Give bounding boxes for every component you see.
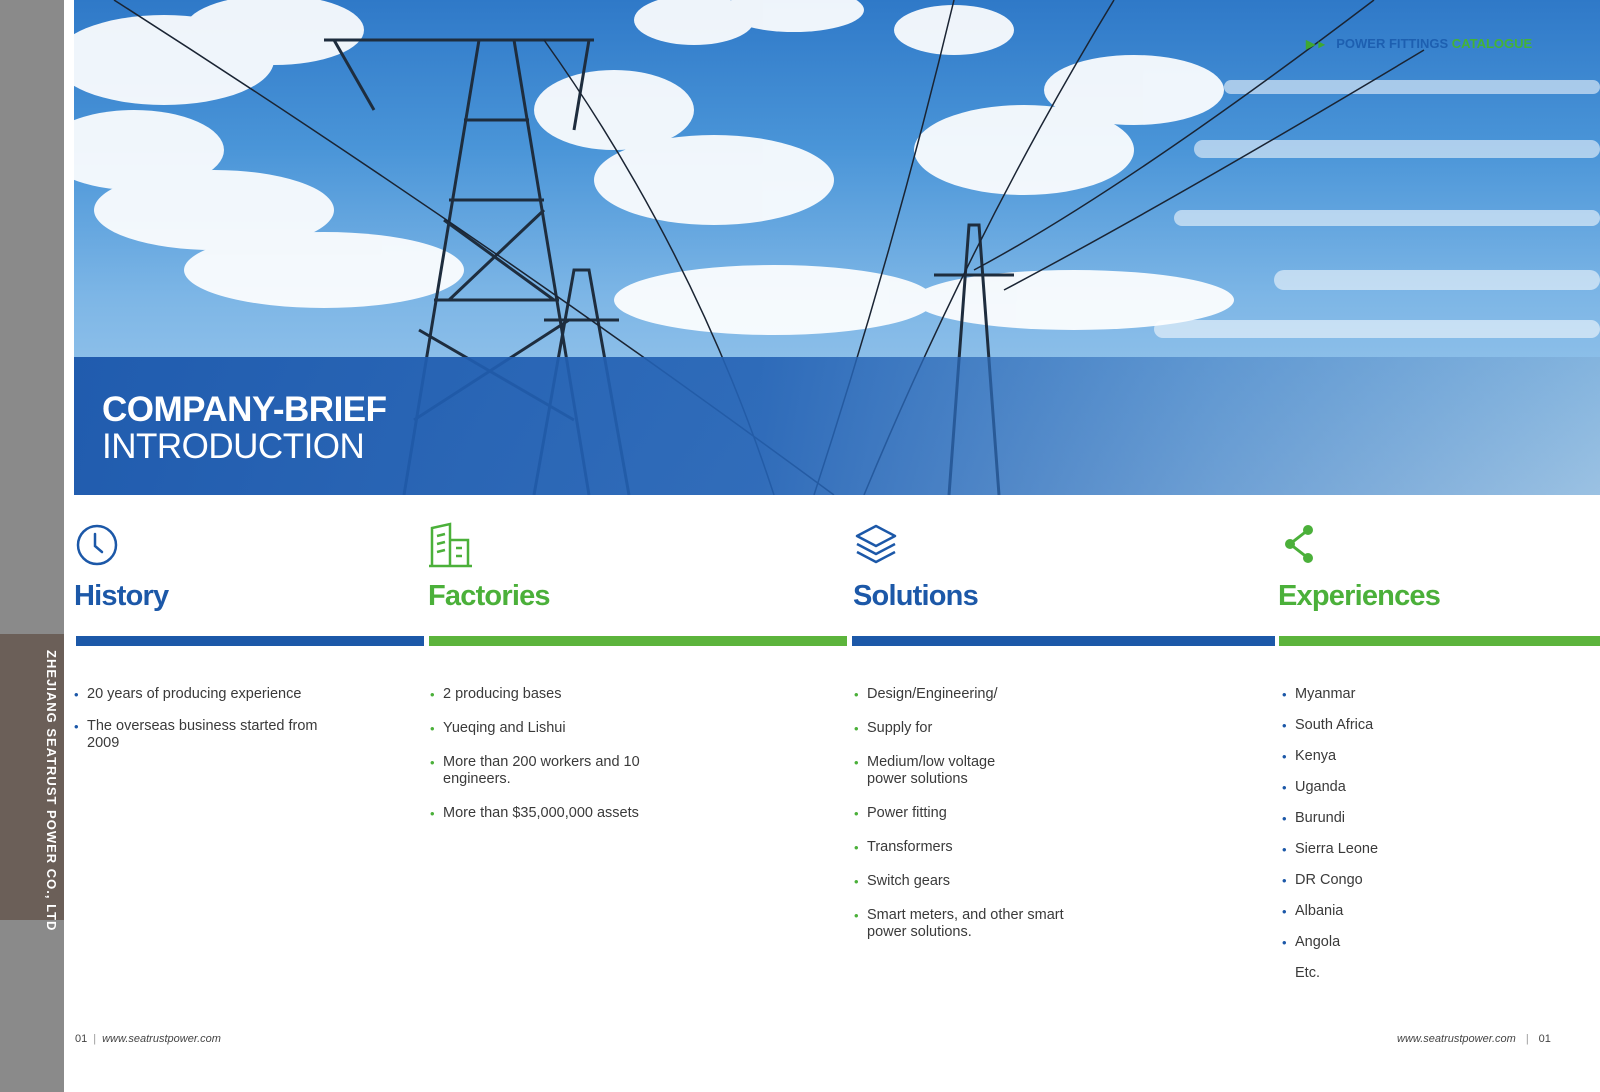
list-item: Kenya [1282, 748, 1482, 765]
catalogue-label: ▶ ▸ POWER FITTINGS CATALOGUE [1306, 36, 1532, 51]
clock-icon [76, 524, 118, 566]
list-item: Myanmar [1282, 686, 1482, 703]
footer-left: 01 | www.seatrustpower.com [75, 1033, 221, 1045]
list-item: Sierra Leone [1282, 841, 1482, 858]
list-item: Switch gears [854, 873, 1114, 890]
solutions-divider [852, 636, 1275, 646]
factories-divider [429, 636, 847, 646]
list-item: South Africa [1282, 717, 1482, 734]
list-item: Burundi [1282, 810, 1482, 827]
list-item: The overseas business started from 2009 [74, 718, 324, 752]
history-list: 20 years of producing experience The ove… [74, 686, 324, 752]
factories-title: Factories [428, 580, 551, 612]
hero-title-bold: COMPANY-BRIEF [102, 390, 387, 429]
list-item: Medium/low voltage power solutions [854, 754, 1024, 788]
list-item: Smart meters, and other smart power solu… [854, 907, 1084, 941]
history-divider [76, 636, 424, 646]
hero-title-regular: INTRODUCTION [102, 427, 365, 466]
arrow-icon: ▶ ▸ [1306, 37, 1325, 51]
website-link-right[interactable]: www.seatrustpower.com [1397, 1033, 1516, 1045]
history-title: History [74, 580, 169, 612]
list-item: Albania [1282, 903, 1482, 920]
list-item: Transformers [854, 839, 1114, 856]
catalogue-part2: CATALOGUE [1451, 36, 1533, 51]
footer-right: www.seatrustpower.com | 01 [1397, 1033, 1551, 1045]
catalogue-part1: POWER FITTINGS [1336, 36, 1449, 51]
list-item-etc: Etc. [1295, 965, 1320, 981]
experiences-divider [1279, 636, 1600, 646]
list-item: Design/Engineering/ [854, 686, 1114, 703]
list-item: Supply for [854, 720, 1114, 737]
page-number-left: 01 [75, 1033, 88, 1045]
list-item: DR Congo [1282, 872, 1482, 889]
website-link-left[interactable]: www.seatrustpower.com [102, 1033, 221, 1045]
building-icon [429, 522, 472, 568]
company-name-vertical: ZHEJIANG SEATRUST POWER CO., LTD [44, 650, 59, 932]
list-item: More than 200 workers and 10 engineers. [430, 754, 640, 788]
layers-icon [855, 524, 897, 564]
share-icon [1285, 525, 1313, 563]
list-item: Yueqing and Lishui [430, 720, 690, 737]
factories-list: 2 producing bases Yueqing and Lishui Mor… [430, 686, 690, 822]
hero-banner: COMPANY-BRIEF INTRODUCTION [74, 0, 1600, 495]
list-item: 20 years of producing experience [74, 686, 324, 703]
page-number-right: 01 [1538, 1033, 1551, 1045]
list-item: Angola [1282, 934, 1482, 951]
list-item: Power fitting [854, 805, 1114, 822]
list-item: Uganda [1282, 779, 1482, 796]
experiences-title: Experiences [1278, 580, 1441, 612]
list-item: More than $35,000,000 assets [430, 805, 690, 822]
solutions-list: Design/Engineering/ Supply for Medium/lo… [854, 686, 1114, 941]
solutions-title: Solutions [853, 580, 979, 612]
experiences-list: Myanmar South Africa Kenya Uganda Burund… [1282, 686, 1482, 982]
list-item: 2 producing bases [430, 686, 690, 703]
